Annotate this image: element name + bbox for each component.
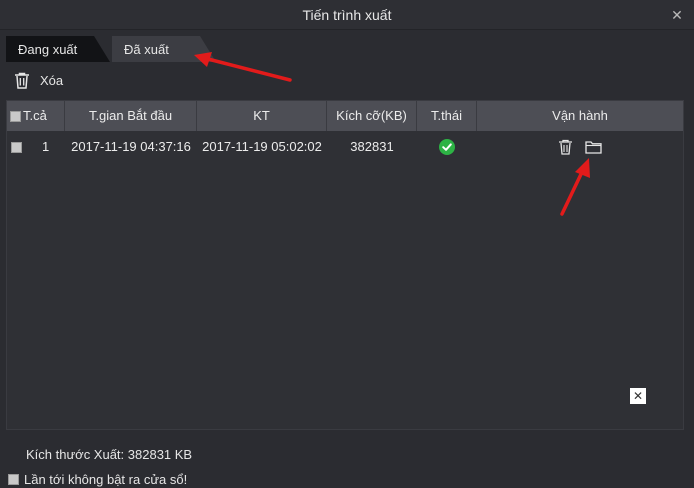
header-size: Kích cỡ(KB) — [327, 101, 417, 131]
toolbar: Xóa — [14, 72, 63, 92]
delete-button[interactable]: Xóa — [14, 72, 63, 89]
tab-exported[interactable]: Đã xuất — [112, 36, 216, 62]
row-index: 1 — [42, 139, 50, 154]
export-size-text: Kích thước Xuất: 382831 KB — [26, 447, 193, 462]
header-end-time: KT — [197, 101, 327, 131]
trash-icon[interactable] — [558, 139, 573, 155]
delete-label: Xóa — [40, 73, 64, 88]
tab-exporting-label: Đang xuất — [18, 42, 78, 57]
row-start-time: 2017-11-19 04:37:16 — [71, 139, 191, 154]
export-progress-window: Tiến trình xuất ✕ Đang xuất Đã xuất Xóa — [0, 0, 694, 488]
select-all-checkbox[interactable] — [10, 110, 21, 122]
window-title: Tiến trình xuất — [302, 7, 392, 23]
no-popup-label: Lần tới không bật ra cửa sổ! — [24, 472, 188, 487]
no-popup-option[interactable]: Lần tới không bật ra cửa sổ! — [8, 472, 187, 487]
check-circle-icon — [439, 138, 455, 155]
header-select-all[interactable]: T.cả — [7, 101, 65, 131]
header-all-label: T.cả — [23, 108, 47, 123]
close-icon[interactable]: ✕ — [630, 388, 646, 404]
row-select-cell: 1 — [7, 132, 65, 162]
title-bar: Tiến trình xuất ✕ — [0, 0, 694, 30]
row-operations-cell — [477, 132, 683, 162]
table-row[interactable]: 1 2017-11-19 04:37:16 2017-11-19 05:02:0… — [7, 132, 683, 162]
folder-icon[interactable] — [585, 140, 602, 154]
no-popup-checkbox[interactable] — [8, 474, 19, 485]
tab-exported-label: Đã xuất — [124, 42, 169, 57]
header-operations: Vận hành — [552, 108, 608, 123]
row-size: 382831 — [350, 139, 394, 154]
header-status: T.thái — [417, 101, 477, 131]
row-end-time: 2017-11-19 05:02:02 — [202, 139, 322, 154]
export-table: T.cả T.gian Bắt đầu KT Kích cỡ(KB) T.thá… — [6, 100, 684, 430]
trash-icon — [15, 72, 29, 89]
close-icon[interactable]: ✕ — [670, 8, 684, 22]
table-header: T.cả T.gian Bắt đầu KT Kích cỡ(KB) T.thá… — [7, 101, 683, 131]
row-checkbox[interactable] — [11, 141, 22, 153]
tab-exporting[interactable]: Đang xuất — [6, 36, 110, 62]
header-start-time: T.gian Bắt đầu — [65, 101, 197, 131]
row-status-cell — [417, 132, 477, 162]
